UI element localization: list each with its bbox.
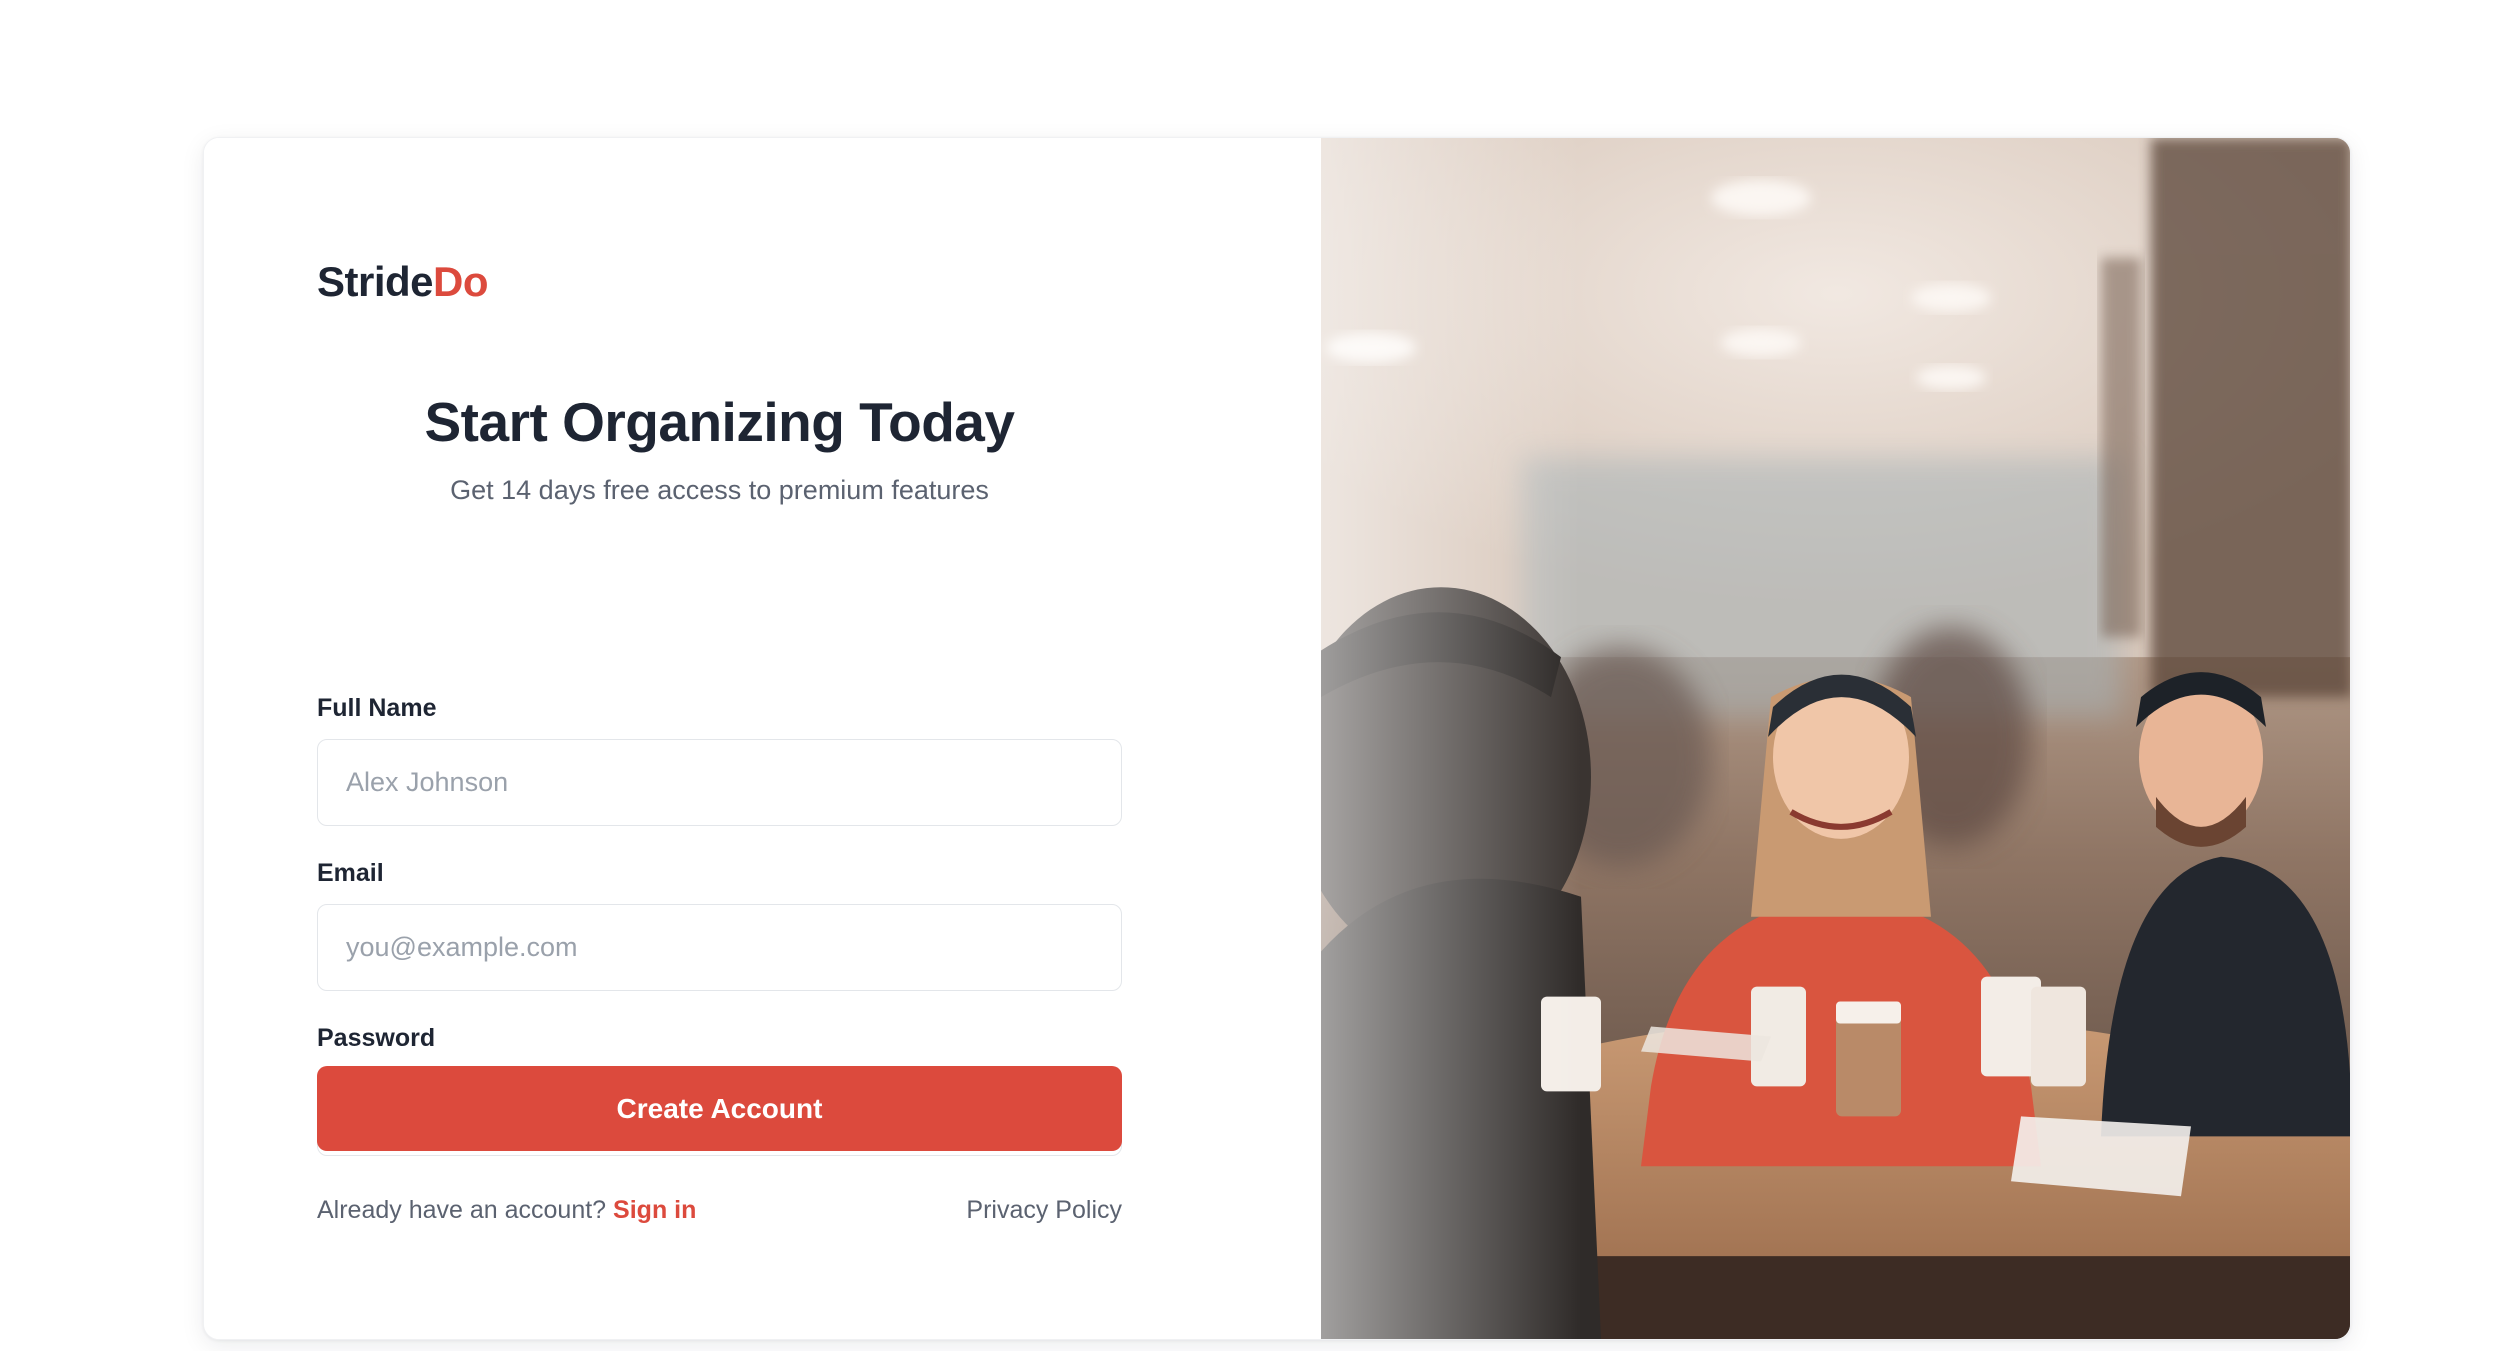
create-account-button[interactable]: Create Account	[317, 1066, 1122, 1151]
signup-card: StrideDo Start Organizing Today Get 14 d…	[203, 137, 2351, 1340]
form-footer: Already have an account? Sign in Privacy…	[317, 1196, 1122, 1225]
email-label: Email	[317, 859, 384, 887]
photo-edge-fade	[1321, 138, 1581, 1339]
page-subtitle: Get 14 days free access to premium featu…	[450, 475, 989, 505]
brand-name-accent: Do	[433, 258, 489, 305]
full-name-label: Full Name	[317, 694, 437, 722]
email-input[interactable]	[317, 904, 1122, 991]
brand-name-primary: Stride	[317, 258, 434, 305]
privacy-policy-link[interactable]: Privacy Policy	[966, 1196, 1122, 1225]
signin-prompt: Already have an account? Sign in	[317, 1196, 696, 1225]
signin-prompt-text: Already have an account?	[317, 1196, 607, 1224]
signup-form-panel: StrideDo Start Organizing Today Get 14 d…	[204, 138, 1321, 1339]
sign-in-link[interactable]: Sign in	[613, 1196, 696, 1224]
full-name-input[interactable]	[317, 739, 1122, 826]
page-title: Start Organizing Today	[424, 391, 1015, 453]
password-label: Password	[317, 1024, 436, 1052]
hero-photo	[1321, 138, 2350, 1339]
brand-logo: StrideDo	[317, 258, 489, 306]
